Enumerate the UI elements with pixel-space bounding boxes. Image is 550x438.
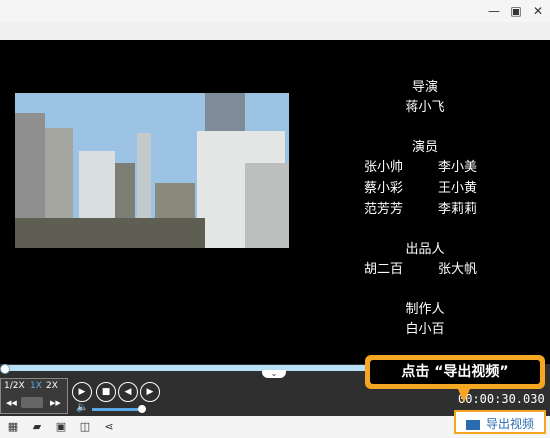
speed-slider[interactable] xyxy=(21,397,43,408)
speed-half[interactable]: 1/2X xyxy=(4,381,25,391)
toolbar-strip xyxy=(0,22,550,40)
open-folder-icon[interactable]: ▰ xyxy=(30,420,44,434)
previous-frame-icon[interactable]: ◀ xyxy=(118,382,138,402)
cast-name: 蔡小彩 xyxy=(364,181,404,196)
time-display: 00:00:30.030 xyxy=(458,392,545,406)
maker-title: 制作人 xyxy=(405,302,445,317)
speed-normal[interactable]: 1X xyxy=(30,381,42,391)
maker-name: 白小百 xyxy=(405,322,445,337)
producer-title: 出品人 xyxy=(405,242,445,257)
cast-name: 范芳芳 xyxy=(364,202,404,217)
collapse-icon[interactable]: ⌄ xyxy=(262,370,286,378)
next-frame-icon[interactable]: ▶ xyxy=(140,382,160,402)
cast-name: 张小帅 xyxy=(364,160,404,175)
seek-bar[interactable] xyxy=(3,365,383,371)
volume-handle[interactable] xyxy=(138,405,146,413)
city-skyline-image xyxy=(15,93,289,248)
save-icon[interactable]: ▣ xyxy=(54,420,68,434)
save-as-icon[interactable]: ◫ xyxy=(78,420,92,434)
video-clip-image xyxy=(15,93,289,248)
callout-text: 点击 “导出视频” xyxy=(370,360,540,384)
maximize-icon[interactable]: ▣ xyxy=(508,3,524,19)
minimize-icon[interactable]: — xyxy=(486,3,502,19)
volume-slider[interactable] xyxy=(92,408,142,411)
stop-icon[interactable]: ■ xyxy=(96,382,116,402)
export-icon xyxy=(465,419,480,430)
cast-name: 王小黄 xyxy=(438,181,478,196)
producer-name: 胡二百 xyxy=(364,262,404,277)
play-icon[interactable]: ▶ xyxy=(72,382,92,402)
director-name: 蒋小飞 xyxy=(405,100,445,115)
director-title: 导演 xyxy=(411,80,438,95)
export-button-label: 导出视频 xyxy=(485,417,534,431)
callout-arrow xyxy=(458,389,470,403)
grid-icon[interactable]: ▦ xyxy=(6,420,20,434)
fast-forward-icon[interactable]: ▶▶ xyxy=(50,399,61,407)
seek-handle[interactable] xyxy=(0,364,10,374)
title-bar: — ▣ ✕ xyxy=(0,0,550,22)
rewind-icon[interactable]: ◀◀ xyxy=(6,399,17,407)
cast-name: 李莉莉 xyxy=(438,202,478,217)
speed-double[interactable]: 2X xyxy=(46,381,58,391)
export-video-button[interactable]: 导出视频 xyxy=(454,410,546,434)
instruction-callout: 点击 “导出视频” xyxy=(365,355,545,389)
producer-name: 张大帆 xyxy=(438,262,478,277)
share-icon[interactable]: ⋖ xyxy=(102,420,116,434)
close-icon[interactable]: ✕ xyxy=(530,3,546,19)
volume-icon[interactable]: 🔈 xyxy=(76,402,88,413)
cast-name: 李小美 xyxy=(438,160,478,175)
cast-title: 演员 xyxy=(411,140,438,155)
